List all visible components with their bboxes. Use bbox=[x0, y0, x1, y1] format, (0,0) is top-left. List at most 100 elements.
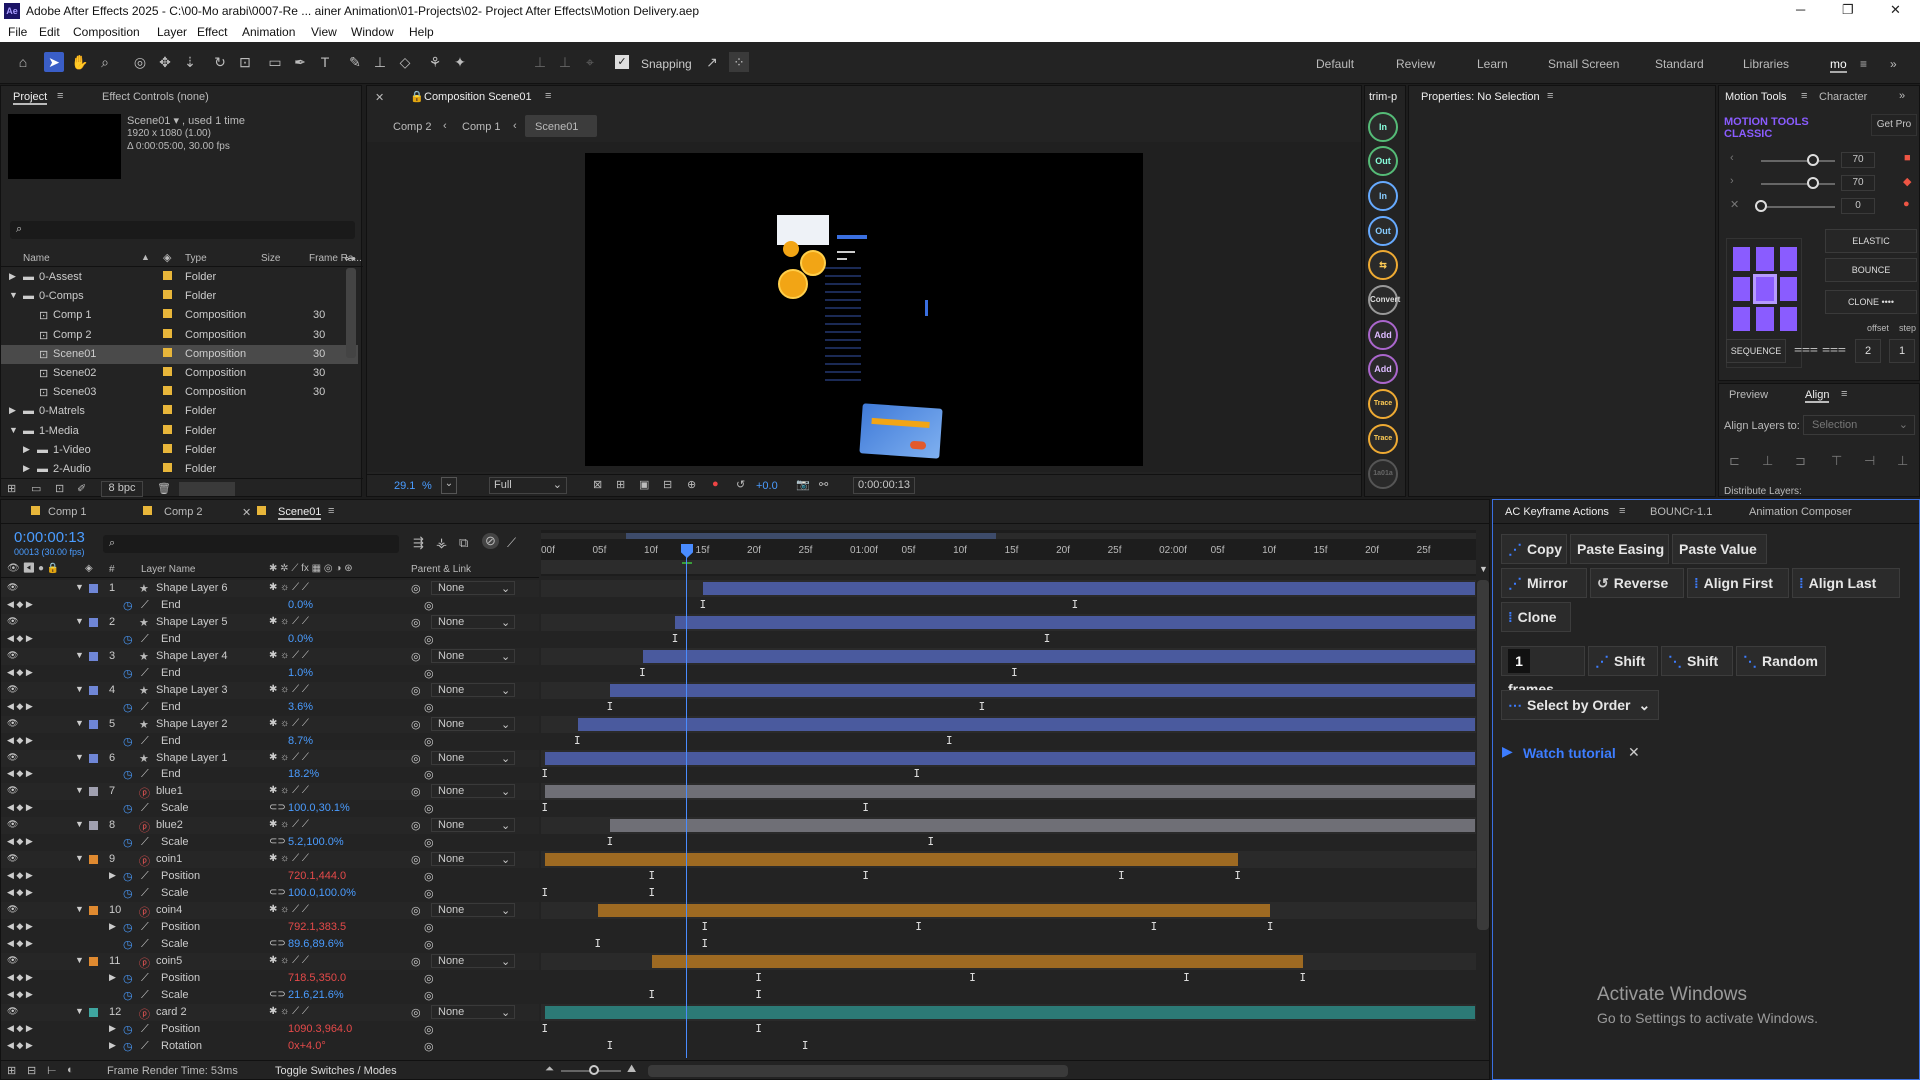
keyframe-icon[interactable]: ⵊ bbox=[672, 632, 678, 645]
tab-composition[interactable]: Composition Scene01 bbox=[424, 91, 532, 103]
show-snapshot-icon[interactable]: ⚯ bbox=[819, 478, 828, 491]
zoom-tool-icon[interactable]: ⌕ bbox=[95, 52, 115, 72]
collapsed-arrow-icon[interactable]: ▶ bbox=[9, 405, 16, 416]
layer-duration-bar[interactable] bbox=[545, 785, 1475, 799]
align-left-icon[interactable]: ⊏ bbox=[1729, 453, 1740, 469]
project-item[interactable]: ▶ ▬ 1-Video Folder bbox=[1, 441, 358, 460]
comp-mini-flowchart-icon[interactable]: ⇶ bbox=[413, 535, 424, 551]
project-zoom-slider[interactable] bbox=[179, 482, 235, 496]
close-icon[interactable]: ✕ bbox=[1890, 2, 1901, 18]
bounce-button[interactable]: BOUNCE bbox=[1825, 258, 1917, 282]
keyframe-icon[interactable]: ⵊ bbox=[575, 734, 581, 747]
align-first-button[interactable]: ⁞ Align First bbox=[1687, 568, 1789, 598]
keyframe-icon[interactable]: ⵊ bbox=[640, 666, 646, 679]
snap-features-icon[interactable]: ⁘ bbox=[729, 52, 749, 72]
col-layer-name[interactable]: Layer Name bbox=[141, 564, 195, 575]
lock-icon[interactable]: 🔒 bbox=[410, 90, 424, 103]
flowchart-icon[interactable]: ⊶ bbox=[345, 252, 356, 265]
menu-help[interactable]: Help bbox=[409, 25, 434, 39]
expanded-arrow-icon[interactable]: ▼ bbox=[9, 290, 18, 300]
anchor-cell[interactable] bbox=[1779, 307, 1797, 331]
maximize-icon[interactable]: ❐ bbox=[1842, 2, 1854, 18]
project-scrollbar[interactable] bbox=[346, 268, 356, 358]
layer-search-input[interactable]: ⌕ bbox=[103, 535, 399, 553]
tab-ac-keyframe[interactable]: AC Keyframe Actions bbox=[1505, 506, 1609, 518]
trim-tab[interactable]: trim-p bbox=[1369, 91, 1397, 103]
guides-icon[interactable]: ⊟ bbox=[663, 478, 672, 491]
layer-duration-bar[interactable] bbox=[675, 615, 1475, 629]
keyframe-icon[interactable]: ⵊ bbox=[863, 801, 869, 814]
anchor-cell[interactable] bbox=[1733, 247, 1751, 271]
menu-effect[interactable]: Effect bbox=[197, 25, 227, 39]
layer-duration-bar[interactable] bbox=[642, 649, 1475, 663]
close-comp-tab-icon[interactable]: ✕ bbox=[375, 91, 384, 104]
layer-duration-bar[interactable] bbox=[598, 904, 1271, 918]
breadcrumb-current[interactable]: Scene01 bbox=[525, 115, 597, 137]
keyframe-icon[interactable]: ⵊ bbox=[914, 767, 920, 780]
selection-tool-icon[interactable]: ➤ bbox=[44, 52, 64, 72]
region-of-interest-icon[interactable]: ⊠ bbox=[593, 478, 602, 491]
clone-stamp-tool-icon[interactable]: ⊥ bbox=[370, 52, 390, 72]
pen-tool-icon[interactable]: ✒ bbox=[290, 52, 310, 72]
workspace-small-screen[interactable]: Small Screen bbox=[1548, 57, 1619, 71]
tab-project[interactable]: Project bbox=[13, 91, 48, 105]
tab-animation-composer[interactable]: Animation Composer bbox=[1749, 506, 1852, 518]
tab-scene01[interactable]: Scene01 bbox=[278, 506, 322, 520]
keyframe-icon[interactable]: ⵊ bbox=[1151, 920, 1157, 933]
get-pro-button[interactable]: Get Pro bbox=[1871, 114, 1917, 136]
keyframe-icon[interactable]: ⵊ bbox=[1184, 971, 1190, 984]
orbit-tool-icon[interactable]: ◎ bbox=[130, 52, 150, 72]
collapsed-arrow-icon[interactable]: ▶ bbox=[23, 463, 30, 474]
keyframe-icon[interactable]: ⵊ bbox=[542, 801, 548, 814]
render-icon[interactable]: ⊞ bbox=[7, 1064, 16, 1077]
project-item[interactable]: ⊡ Scene01 Composition 30 bbox=[1, 344, 358, 364]
paste-value-button[interactable]: Paste Value bbox=[1672, 534, 1767, 564]
col-name[interactable]: Name bbox=[23, 253, 50, 264]
keyframe-icon[interactable]: ⵊ bbox=[970, 971, 976, 984]
puppet-tool-icon[interactable]: ✦ bbox=[450, 52, 470, 72]
layer-duration-bar[interactable] bbox=[577, 717, 1475, 731]
collapsed-arrow-icon[interactable]: ▶ bbox=[23, 444, 30, 455]
timeline-nav-icon[interactable]: ▼ bbox=[1479, 564, 1489, 578]
keyframe-icon[interactable]: ⵊ bbox=[702, 937, 708, 950]
motion-blur-icon[interactable]: ◐ bbox=[67, 1064, 74, 1076]
zoom-dropdown-icon[interactable]: ⌄ bbox=[441, 477, 457, 494]
delete-icon[interactable]: 🗑 bbox=[157, 482, 171, 495]
tab-bouncr[interactable]: BOUNCr-1.1 bbox=[1650, 506, 1712, 518]
graph-editor-icon[interactable]: ⟋ bbox=[507, 535, 516, 551]
anchor-cell[interactable] bbox=[1779, 277, 1797, 301]
layer-duration-bar[interactable] bbox=[545, 853, 1238, 867]
layer-duration-bar[interactable] bbox=[703, 582, 1475, 595]
add-button[interactable]: Add bbox=[1368, 320, 1398, 350]
keyframe-icon[interactable]: ⵊ bbox=[1044, 632, 1050, 645]
color-channel-icon[interactable]: ● bbox=[712, 478, 719, 490]
zoom-in-icon[interactable]: ⛰ bbox=[627, 1063, 636, 1076]
anchor-cell[interactable] bbox=[1756, 247, 1774, 271]
shift-right-button[interactable]: ⋱ Shift bbox=[1661, 646, 1733, 676]
slider-knob[interactable] bbox=[1806, 154, 1819, 166]
tab-character[interactable]: Character bbox=[1819, 91, 1867, 103]
sequence-reverse-icon[interactable]: ⩶ bbox=[1822, 340, 1846, 357]
keyframe-icon[interactable]: ⵊ bbox=[756, 971, 762, 984]
reset-exposure-icon[interactable]: ↺ bbox=[736, 478, 745, 491]
work-area-bar[interactable] bbox=[541, 533, 1476, 539]
shift-left-button[interactable]: ⋰ Shift bbox=[1588, 646, 1658, 676]
frames-value[interactable]: 1 bbox=[1508, 649, 1530, 673]
sequence-layers-icon[interactable]: ⇆ bbox=[1368, 250, 1398, 280]
menu-layer[interactable]: Layer bbox=[157, 25, 187, 39]
workspace-review[interactable]: Review bbox=[1396, 57, 1435, 71]
layer-duration-bar[interactable] bbox=[545, 1005, 1475, 1019]
axis-world-icon[interactable]: ⊥ bbox=[555, 52, 575, 72]
sequence-forward-icon[interactable]: ⩶ bbox=[1794, 340, 1818, 357]
slider-knob[interactable] bbox=[1755, 200, 1767, 212]
workspace-mo[interactable]: mo bbox=[1830, 57, 1847, 73]
workspace-default[interactable]: Default bbox=[1316, 57, 1354, 71]
clone-keyframes-button[interactable]: ⁞ Clone bbox=[1501, 602, 1571, 632]
tab-comp1[interactable]: Comp 1 bbox=[48, 506, 87, 518]
project-item[interactable]: ⊡ Comp 2 Composition 30 bbox=[1, 326, 358, 345]
label-swatch[interactable] bbox=[163, 405, 172, 415]
pan-tool-icon[interactable]: ✥ bbox=[155, 52, 175, 72]
transparency-grid-icon[interactable]: ⊞ bbox=[616, 478, 625, 491]
zoom-value[interactable]: 29.1 bbox=[394, 480, 415, 492]
dolly-tool-icon[interactable]: ⇣ bbox=[180, 52, 200, 72]
